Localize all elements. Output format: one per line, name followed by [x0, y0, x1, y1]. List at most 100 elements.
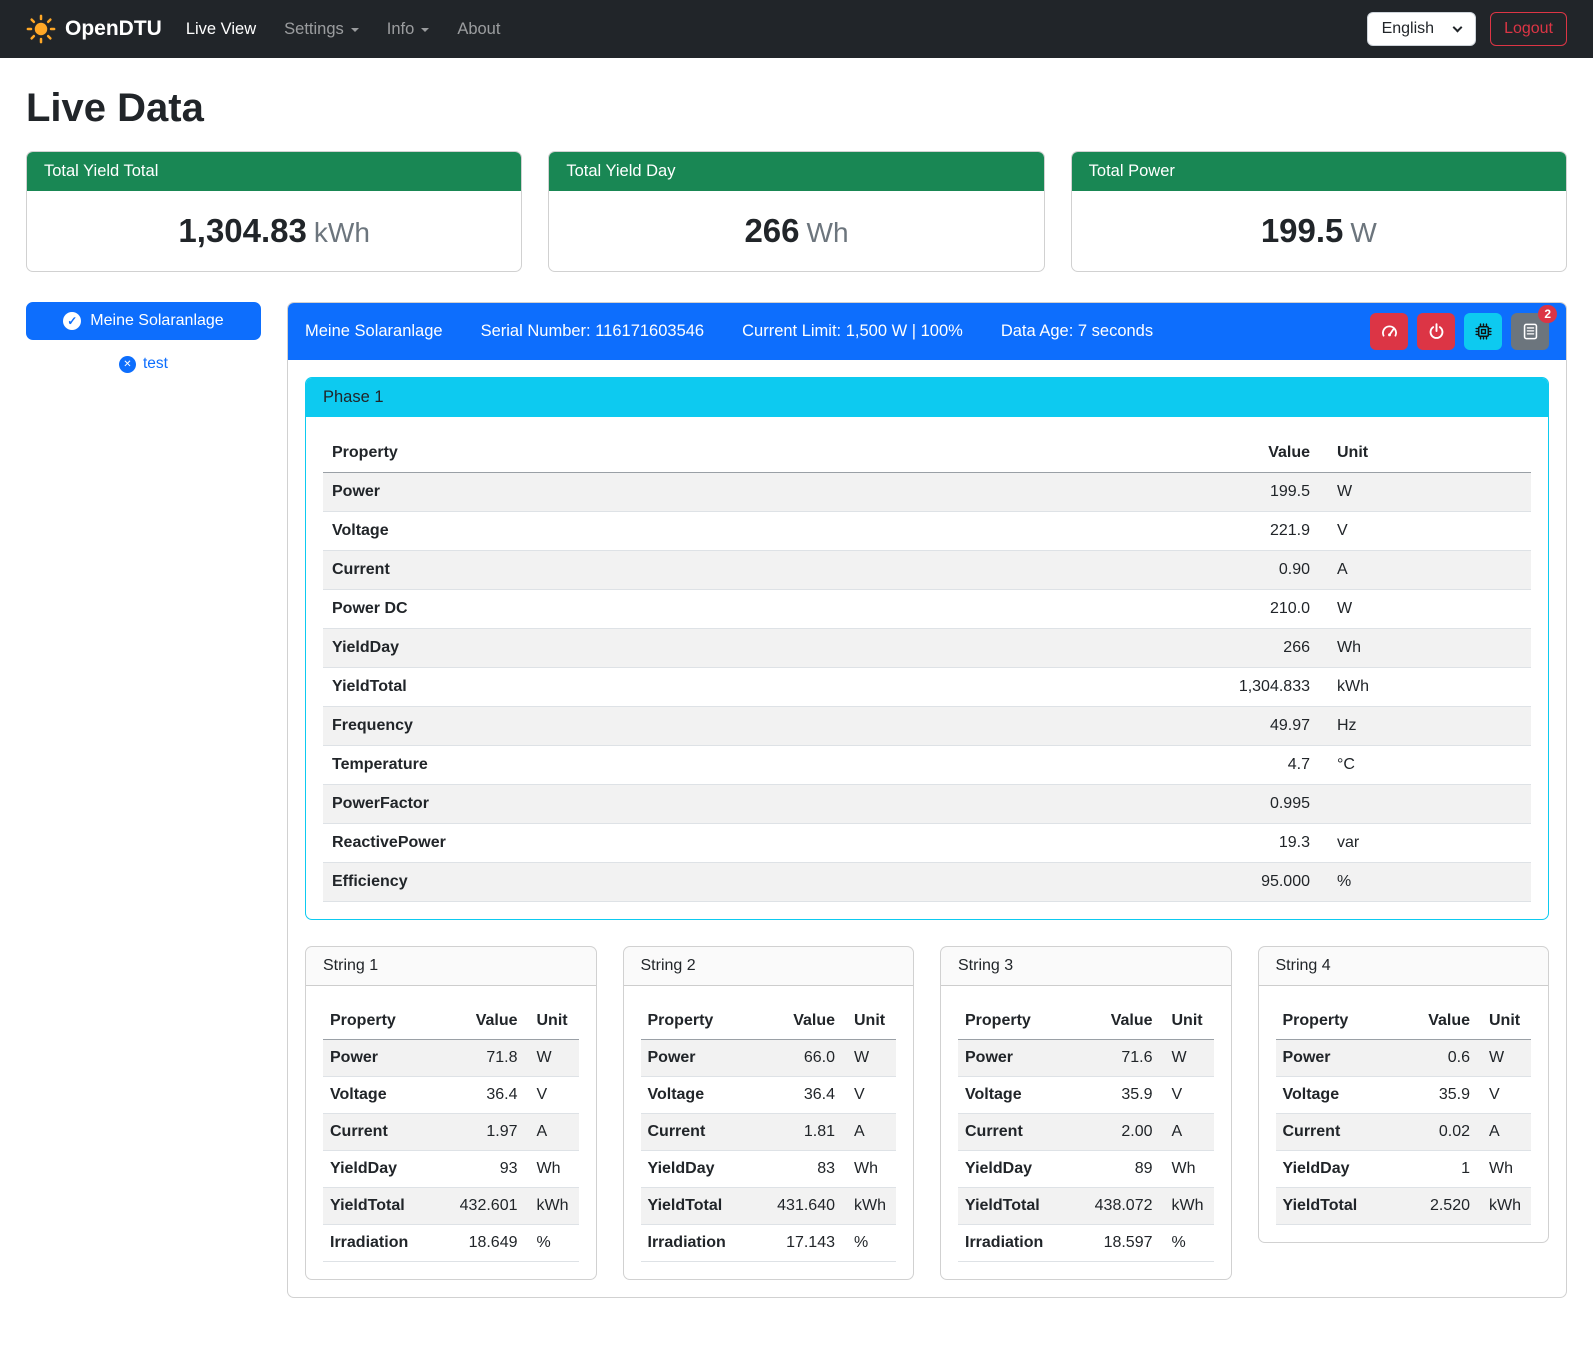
table-row: YieldDay266Wh	[323, 629, 1531, 668]
unit-cell: °C	[1319, 746, 1531, 785]
unit-cell: V	[525, 1077, 579, 1114]
table-row: YieldDay89Wh	[958, 1151, 1214, 1188]
table-row: Temperature4.7°C	[323, 746, 1531, 785]
table-row: Current1.81A	[641, 1114, 897, 1151]
value-cell: 0.6	[1399, 1040, 1477, 1077]
column-header: Unit	[1319, 434, 1531, 473]
column-header: Property	[958, 1003, 1071, 1040]
brand[interactable]: OpenDTU	[26, 14, 162, 44]
page-container: Live Data Total Yield Total 1,304.83kWh …	[0, 58, 1593, 1324]
card-value-row: 266Wh	[549, 191, 1043, 271]
event-count-badge: 2	[1538, 305, 1557, 323]
nav-item-about[interactable]: About	[443, 12, 514, 47]
table-row: Efficiency95.000%	[323, 863, 1531, 902]
value-cell: 93	[436, 1151, 524, 1188]
column-header: Value	[1399, 1003, 1477, 1040]
nav-item-settings[interactable]: Settings	[270, 12, 373, 47]
property-cell: Temperature	[323, 746, 917, 785]
property-cell: Power	[323, 473, 917, 512]
value-cell: 35.9	[1071, 1077, 1159, 1114]
inverter-item-test-label: test	[143, 355, 168, 373]
nav-item-info[interactable]: Info	[373, 12, 444, 47]
unit-cell: kWh	[842, 1188, 896, 1225]
value-cell: 2.00	[1071, 1114, 1159, 1151]
property-cell: YieldDay	[1276, 1151, 1400, 1188]
value-cell: 1.97	[436, 1114, 524, 1151]
property-cell: Irradiation	[323, 1225, 436, 1262]
inverter-panel-body: Phase 1 PropertyValueUnitPower199.5WVolt…	[288, 360, 1566, 1297]
unit-cell: Wh	[1160, 1151, 1214, 1188]
table-header-row: PropertyValueUnit	[958, 1003, 1214, 1040]
gauge-icon	[1380, 322, 1399, 341]
property-cell: YieldTotal	[641, 1188, 754, 1225]
event-log-button[interactable]: 2	[1511, 313, 1549, 350]
property-cell: Voltage	[1276, 1077, 1400, 1114]
table-row: Irradiation18.597%	[958, 1225, 1214, 1262]
inverter-item-test[interactable]: ✕ test	[26, 355, 261, 373]
value-cell: 4.7	[917, 746, 1319, 785]
property-cell: Power	[958, 1040, 1071, 1077]
property-cell: ReactivePower	[323, 824, 917, 863]
nav-item-live-view[interactable]: Live View	[172, 12, 270, 47]
string-body: PropertyValueUnitPower0.6WVoltage35.9VCu…	[1259, 986, 1549, 1242]
limit-settings-button[interactable]	[1370, 313, 1408, 350]
inverter-sidebar: ✓ Meine Solaranlage ✕ test	[26, 302, 261, 373]
summary-cards-row: Total Yield Total 1,304.83kWh Total Yiel…	[26, 151, 1567, 272]
value-cell: 83	[754, 1151, 842, 1188]
property-cell: YieldDay	[323, 1151, 436, 1188]
check-circle-icon: ✓	[63, 312, 81, 330]
table-row: ReactivePower19.3var	[323, 824, 1531, 863]
value-cell: 71.6	[1071, 1040, 1159, 1077]
value-cell: 19.3	[917, 824, 1319, 863]
string-1-card: String 1 PropertyValueUnitPower71.8WVolt…	[305, 946, 597, 1280]
unit-cell: Wh	[1319, 629, 1531, 668]
unit-cell: W	[1477, 1040, 1531, 1077]
sun-icon	[26, 14, 56, 44]
value-cell: 432.601	[436, 1188, 524, 1225]
phase-table: PropertyValueUnitPower199.5WVoltage221.9…	[323, 434, 1531, 902]
navbar: OpenDTU Live View Settings Info About En…	[0, 0, 1593, 58]
table-row: Power71.6W	[958, 1040, 1214, 1077]
inverter-select-button[interactable]: ✓ Meine Solaranlage	[26, 302, 261, 340]
string-title: String 3	[941, 947, 1231, 986]
column-header: Property	[323, 1003, 436, 1040]
inverter-serial: Serial Number: 116171603546	[481, 322, 705, 341]
value-cell: 431.640	[754, 1188, 842, 1225]
unit-cell: Wh	[525, 1151, 579, 1188]
page-title: Live Data	[26, 86, 1567, 131]
device-info-button[interactable]	[1464, 313, 1502, 350]
column-header: Unit	[1477, 1003, 1531, 1040]
column-header: Property	[641, 1003, 754, 1040]
chevron-down-icon	[1453, 22, 1463, 32]
string-1-table: PropertyValueUnitPower71.8WVoltage36.4VC…	[323, 1003, 579, 1262]
unit-cell: W	[1319, 590, 1531, 629]
property-cell: Current	[641, 1114, 754, 1151]
table-row: Power66.0W	[641, 1040, 897, 1077]
card-unit: W	[1350, 217, 1376, 248]
value-cell: 17.143	[754, 1225, 842, 1262]
property-cell: YieldTotal	[323, 668, 917, 707]
column-header: Value	[917, 434, 1319, 473]
table-row: Voltage221.9V	[323, 512, 1531, 551]
value-cell: 266	[917, 629, 1319, 668]
value-cell: 1.81	[754, 1114, 842, 1151]
property-cell: Efficiency	[323, 863, 917, 902]
chevron-down-icon	[351, 28, 359, 32]
property-cell: YieldDay	[641, 1151, 754, 1188]
unit-cell: kWh	[525, 1188, 579, 1225]
value-cell: 2.520	[1399, 1188, 1477, 1225]
property-cell: Current	[323, 551, 917, 590]
inverter-panel: Meine Solaranlage Serial Number: 1161716…	[287, 302, 1567, 1298]
table-row: YieldDay93Wh	[323, 1151, 579, 1188]
unit-cell: kWh	[1319, 668, 1531, 707]
logout-button[interactable]: Logout	[1490, 12, 1567, 46]
unit-cell: var	[1319, 824, 1531, 863]
value-cell: 0.90	[917, 551, 1319, 590]
property-cell: YieldDay	[323, 629, 917, 668]
string-4-card: String 4 PropertyValueUnitPower0.6WVolta…	[1258, 946, 1550, 1243]
language-select[interactable]: English	[1367, 12, 1476, 46]
unit-cell: kWh	[1160, 1188, 1214, 1225]
power-toggle-button[interactable]	[1417, 313, 1455, 350]
unit-cell: %	[1160, 1225, 1214, 1262]
inverter-panel-header: Meine Solaranlage Serial Number: 1161716…	[288, 303, 1566, 360]
